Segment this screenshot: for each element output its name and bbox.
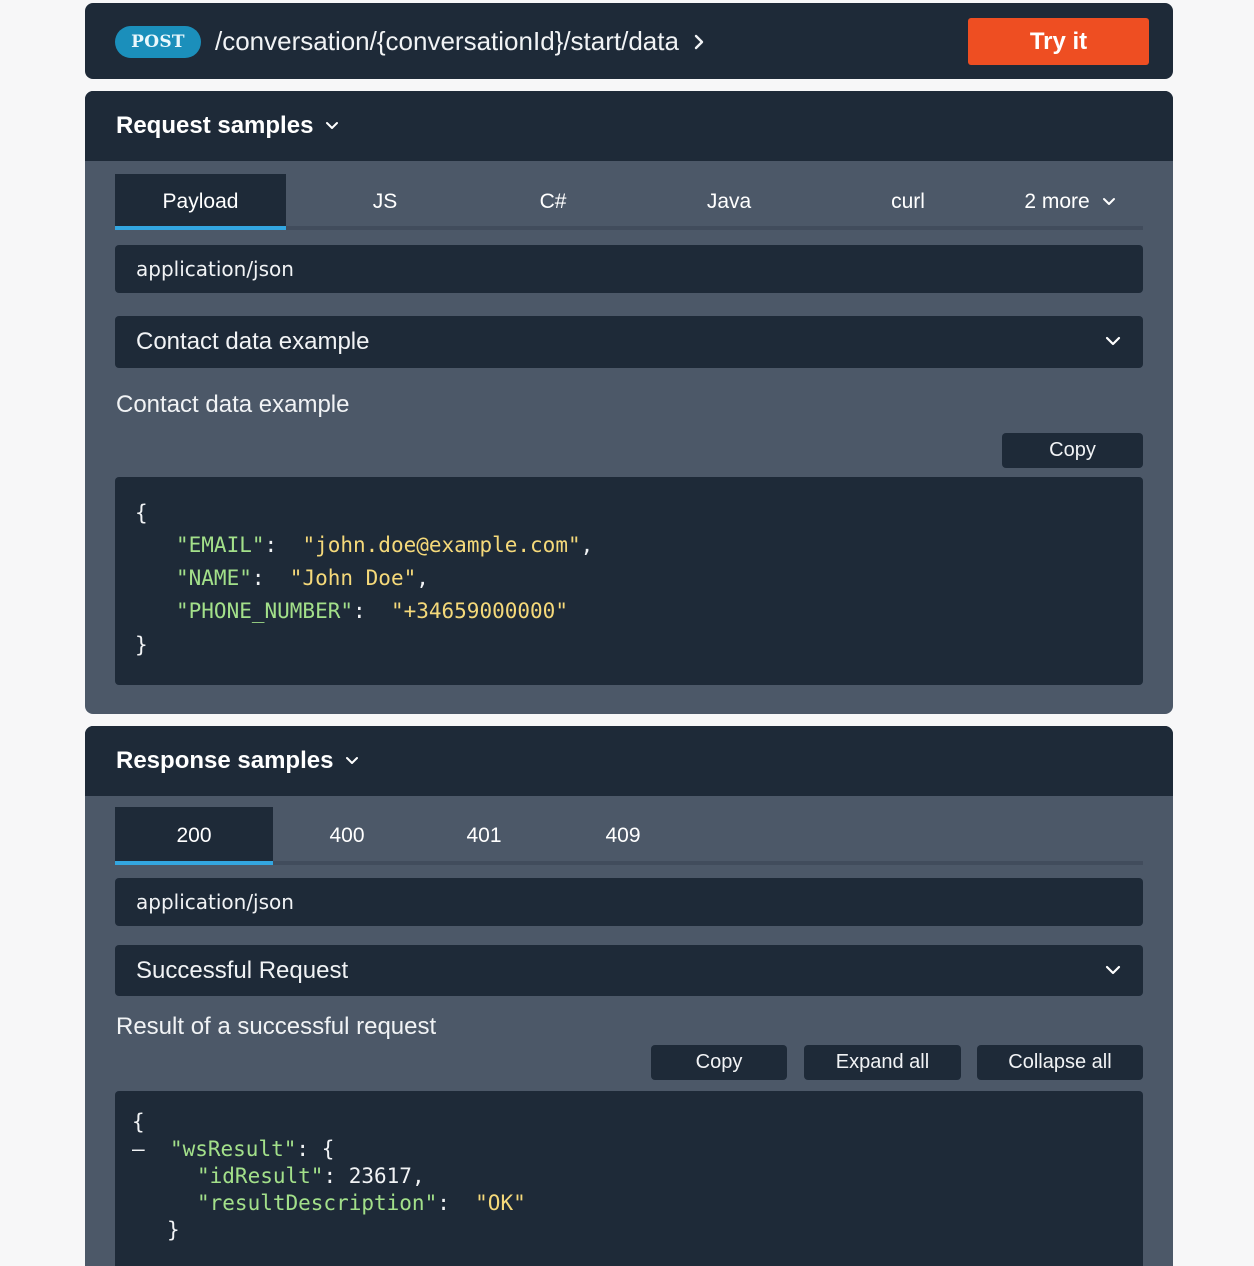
json-value: "John Doe" xyxy=(289,566,417,590)
request-example-description: Contact data example xyxy=(116,391,350,418)
request-content-type: application/json xyxy=(115,245,1143,293)
tab-java[interactable]: Java xyxy=(669,174,789,230)
request-language-tabs: Payload JS C# Java curl 2 more xyxy=(115,174,1143,230)
json-open-brace: { xyxy=(132,1110,145,1134)
collapse-toggle[interactable]: – xyxy=(132,1137,145,1161)
response-status-tabs: 200 400 401 409 xyxy=(115,807,1143,865)
tab-payload[interactable]: Payload xyxy=(115,174,286,230)
json-open-brace: { xyxy=(135,501,148,525)
tab-401[interactable]: 401 xyxy=(438,807,530,865)
response-example-description: Result of a successful request xyxy=(116,1013,437,1040)
chevron-down-icon xyxy=(326,122,339,129)
json-object-line: – "wsResult": { xyxy=(132,1137,335,1161)
request-code-sample: { "EMAIL": "john.doe@example.com", "NAME… xyxy=(115,477,1143,685)
response-content-type: application/json xyxy=(115,878,1143,926)
request-samples-header[interactable]: Request samples xyxy=(85,91,1173,161)
json-field: "EMAIL": "john.doe@example.com", xyxy=(176,533,594,557)
chevron-down-icon xyxy=(346,757,359,764)
tab-400[interactable]: 400 xyxy=(301,807,393,865)
json-field: "NAME": "John Doe", xyxy=(176,566,429,590)
request-samples-panel: Request samples Payload JS C# Java curl … xyxy=(85,91,1173,714)
response-samples-panel: Response samples 200 400 401 409 applica… xyxy=(85,726,1173,1266)
response-code-sample: { – "wsResult": { "idResult": 23617, "re… xyxy=(115,1091,1143,1266)
json-value: 23617 xyxy=(348,1164,412,1188)
request-copy-button[interactable]: Copy xyxy=(1002,433,1143,468)
json-key: "wsResult" xyxy=(169,1137,297,1161)
chevron-down-icon xyxy=(1105,336,1121,346)
response-samples-header[interactable]: Response samples xyxy=(85,726,1173,796)
response-copy-button[interactable]: Copy xyxy=(651,1045,787,1080)
endpoint-path[interactable]: /conversation/{conversationId}/start/dat… xyxy=(215,21,705,61)
chevron-right-icon xyxy=(693,21,705,61)
response-example-selected: Successful Request xyxy=(136,956,349,984)
tab-409[interactable]: 409 xyxy=(577,807,669,865)
tab-js[interactable]: JS xyxy=(325,174,445,230)
request-example-selected: Contact data example xyxy=(136,328,370,355)
json-key: "NAME" xyxy=(176,566,252,590)
request-example-select[interactable]: Contact data example xyxy=(115,316,1143,368)
json-close-brace: } xyxy=(135,633,148,657)
json-value: "OK" xyxy=(475,1191,526,1215)
response-example-select[interactable]: Successful Request xyxy=(115,945,1143,996)
json-key: "PHONE_NUMBER" xyxy=(176,599,354,623)
tab-more[interactable]: 2 more xyxy=(1010,174,1130,230)
json-key: "idResult" xyxy=(197,1164,324,1188)
json-value: "+34659000000" xyxy=(390,599,568,623)
json-object-open: { xyxy=(321,1137,335,1161)
endpoint-path-text: /conversation/{conversationId}/start/dat… xyxy=(215,26,679,56)
response-samples-title: Response samples xyxy=(116,747,334,774)
chevron-down-icon xyxy=(1102,198,1115,205)
tab-more-label: 2 more xyxy=(1024,190,1090,213)
request-samples-title: Request samples xyxy=(116,112,314,139)
chevron-down-icon xyxy=(1105,965,1121,975)
json-object-close: } xyxy=(167,1218,180,1242)
tab-csharp[interactable]: C# xyxy=(493,174,613,230)
json-field: "idResult": 23617, xyxy=(197,1164,425,1188)
json-key: "EMAIL" xyxy=(176,533,265,557)
json-field: "PHONE_NUMBER": "+34659000000" xyxy=(176,599,568,623)
json-field: "resultDescription": "OK" xyxy=(197,1191,526,1215)
try-it-button[interactable]: Try it xyxy=(968,18,1149,65)
http-method-badge: POST xyxy=(115,26,201,58)
tab-200[interactable]: 200 xyxy=(115,807,273,865)
expand-all-button[interactable]: Expand all xyxy=(804,1045,961,1080)
collapse-all-button[interactable]: Collapse all xyxy=(977,1045,1143,1080)
json-key: "resultDescription" xyxy=(197,1191,438,1215)
json-value: "john.doe@example.com" xyxy=(302,533,581,557)
endpoint-bar: POST /conversation/{conversationId}/star… xyxy=(85,3,1173,79)
tab-curl[interactable]: curl xyxy=(848,174,968,230)
